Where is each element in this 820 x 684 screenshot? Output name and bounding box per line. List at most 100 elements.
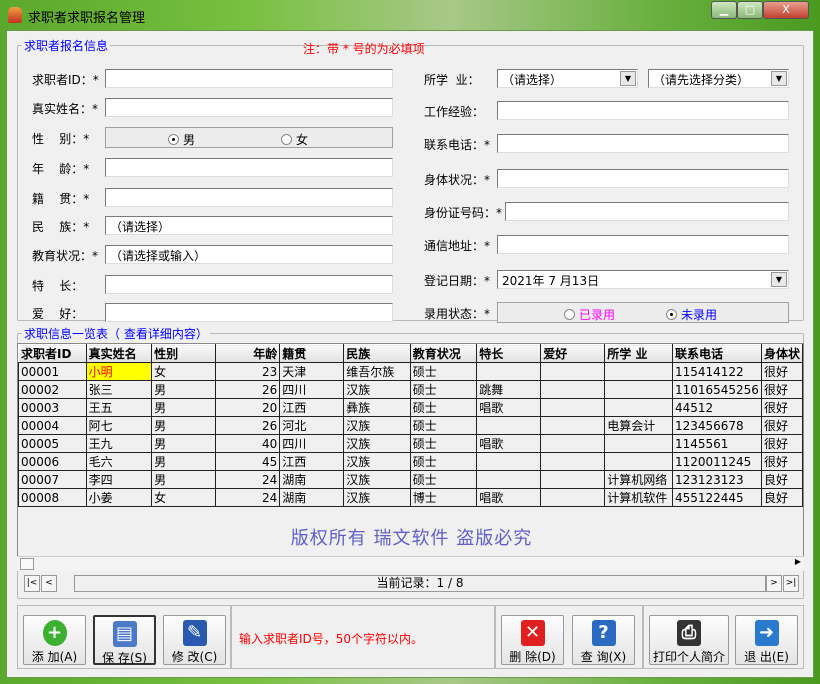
add-button[interactable]: + 添 加(A) [23, 615, 86, 665]
minimize-button[interactable]: ▁ [711, 1, 737, 19]
table-row[interactable]: 00003 王五男 20 江西 彝族 硕士 唱歌 44512 很好 [18, 398, 804, 417]
specialty-input[interactable] [105, 275, 393, 294]
table-cell[interactable]: 很好 [760, 362, 804, 381]
gender-male-radio[interactable]: 男 [168, 131, 195, 148]
column-header[interactable]: 身体状 [760, 344, 804, 363]
table-cell[interactable]: 00004 [18, 416, 87, 435]
date-dropdown-icon[interactable]: ▼ [771, 272, 787, 287]
table-cell[interactable]: 江西 [279, 452, 345, 471]
table-cell[interactable]: 唱歌 [476, 398, 542, 417]
table-cell[interactable] [604, 362, 673, 381]
table-cell[interactable]: 李四 [85, 470, 153, 489]
table-cell[interactable] [604, 434, 673, 453]
table-row[interactable]: 00007 李四男 24 湖南 汉族 硕士 计算机网络 123123123 良好 [18, 470, 804, 489]
table-cell[interactable]: 湖南 [279, 488, 345, 507]
table-cell[interactable]: 硕士 [409, 362, 478, 381]
query-button[interactable]: ? 查 询(X) [572, 615, 635, 665]
table-cell[interactable]: 张三 [85, 380, 153, 399]
table-cell[interactable]: 维吾尔族 [343, 362, 411, 381]
real-name-input[interactable] [105, 98, 393, 117]
maximize-button[interactable]: □ [737, 1, 763, 19]
table-cell[interactable]: 小明 [85, 362, 153, 381]
table-cell[interactable] [540, 470, 606, 489]
table-cell[interactable]: 小姜 [85, 488, 153, 507]
scroll-right-arrow[interactable]: ▶ [795, 557, 801, 566]
table-cell[interactable] [540, 452, 606, 471]
last-record-button[interactable]: >| [783, 575, 799, 592]
table-cell[interactable] [540, 362, 606, 381]
table-row[interactable]: 00006 毛六男 45 江西 汉族 硕士 1120011245 很好 [18, 452, 804, 471]
table-cell[interactable]: 博士 [409, 488, 478, 507]
table-cell[interactable]: 00007 [18, 470, 87, 489]
table-cell[interactable]: 很好 [760, 380, 804, 399]
table-cell[interactable]: 女 [151, 362, 217, 381]
table-cell[interactable]: 硕士 [409, 416, 478, 435]
table-cell[interactable] [476, 362, 542, 381]
exit-button[interactable]: ➜ 退 出(E) [735, 615, 798, 665]
status-not_hired-radio[interactable]: 未录用 [666, 306, 717, 323]
table-cell[interactable]: 汉族 [343, 452, 411, 471]
table-cell[interactable]: 彝族 [343, 398, 411, 417]
close-button[interactable]: X [763, 1, 809, 19]
register-date-input[interactable]: 2021年 7 月13日 ▼ [497, 270, 789, 289]
delete-button[interactable]: ✕ 删 除(D) [501, 615, 564, 665]
table-row[interactable]: 00001 小明女 23 天津 维吾尔族 硕士 115414122 很好 [18, 362, 804, 381]
table-cell[interactable]: 四川 [279, 380, 345, 399]
column-header[interactable]: 教育状况 [409, 344, 478, 363]
table-cell[interactable]: 汉族 [343, 488, 411, 507]
table-cell[interactable]: 男 [151, 416, 217, 435]
table-cell[interactable]: 很好 [760, 398, 804, 417]
column-header[interactable]: 籍贯 [279, 344, 345, 363]
table-cell[interactable]: 很好 [760, 452, 804, 471]
table-cell[interactable]: 江西 [279, 398, 345, 417]
table-cell[interactable] [604, 380, 673, 399]
table-cell[interactable]: 汉族 [343, 416, 411, 435]
phone-input[interactable] [497, 134, 789, 153]
table-cell[interactable]: 硕士 [409, 470, 478, 489]
table-cell[interactable]: 唱歌 [476, 434, 542, 453]
table-cell[interactable] [604, 398, 673, 417]
table-cell[interactable]: 湖南 [279, 470, 345, 489]
table-cell[interactable]: 男 [151, 398, 217, 417]
age-input[interactable] [105, 158, 393, 177]
table-cell[interactable]: 毛六 [85, 452, 153, 471]
table-cell[interactable] [540, 434, 606, 453]
print-button[interactable]: ⎙ 打印个人简介 [649, 615, 729, 665]
table-cell[interactable]: 男 [151, 452, 217, 471]
work-experience-input[interactable] [497, 101, 789, 120]
table-cell[interactable]: 男 [151, 434, 217, 453]
table-cell[interactable] [476, 452, 542, 471]
table-row[interactable]: 00008 小姜女 24 湖南 汉族 博士 唱歌 计算机软件 455122445 良好 [18, 488, 804, 507]
edit-button[interactable]: ✎ 修 改(C) [163, 615, 226, 665]
column-header[interactable]: 性别 [151, 344, 217, 363]
table-cell[interactable] [540, 398, 606, 417]
ethnicity-input[interactable]: （请选择） [105, 216, 393, 235]
major-category-select[interactable]: （请选择） ▼ [497, 69, 638, 88]
table-cell[interactable]: 1120011245 [671, 452, 762, 471]
table-cell[interactable]: 男 [151, 380, 217, 399]
table-row[interactable]: 00002 张三男 26 四川 汉族 硕士 跳舞 11016545256 很好 [18, 380, 804, 399]
data-grid[interactable]: 求职者ID 真实姓名 性别 年龄 籍贯 民族 教育状况 特长 爱好 所学 业联系电话 身体状 0000… [17, 343, 804, 571]
table-cell[interactable]: 20 [215, 398, 281, 417]
save-button[interactable]: ▤ 保 存(S) [93, 615, 156, 665]
table-cell[interactable]: 王五 [85, 398, 153, 417]
table-row[interactable]: 00005 王九男 40 四川 汉族 硕士 唱歌 1145561 很好 [18, 434, 804, 453]
id-number-input[interactable] [505, 202, 789, 221]
applicant-id-input[interactable] [105, 69, 393, 88]
table-cell[interactable]: 汉族 [343, 434, 411, 453]
table-cell[interactable]: 00008 [18, 488, 87, 507]
health-input[interactable] [497, 169, 789, 188]
table-cell[interactable] [540, 416, 606, 435]
table-cell[interactable] [476, 470, 542, 489]
next-record-button[interactable]: > [766, 575, 782, 592]
table-cell[interactable] [604, 452, 673, 471]
table-cell[interactable]: 40 [215, 434, 281, 453]
table-cell[interactable]: 00002 [18, 380, 87, 399]
major-category-dropdown-icon[interactable]: ▼ [620, 71, 636, 86]
table-cell[interactable]: 天津 [279, 362, 345, 381]
table-cell[interactable]: 良好 [760, 488, 804, 507]
column-header[interactable]: 联系电话 [671, 344, 762, 363]
table-cell[interactable]: 男 [151, 470, 217, 489]
gender-female-radio[interactable]: 女 [281, 131, 308, 148]
table-cell[interactable]: 00006 [18, 452, 87, 471]
